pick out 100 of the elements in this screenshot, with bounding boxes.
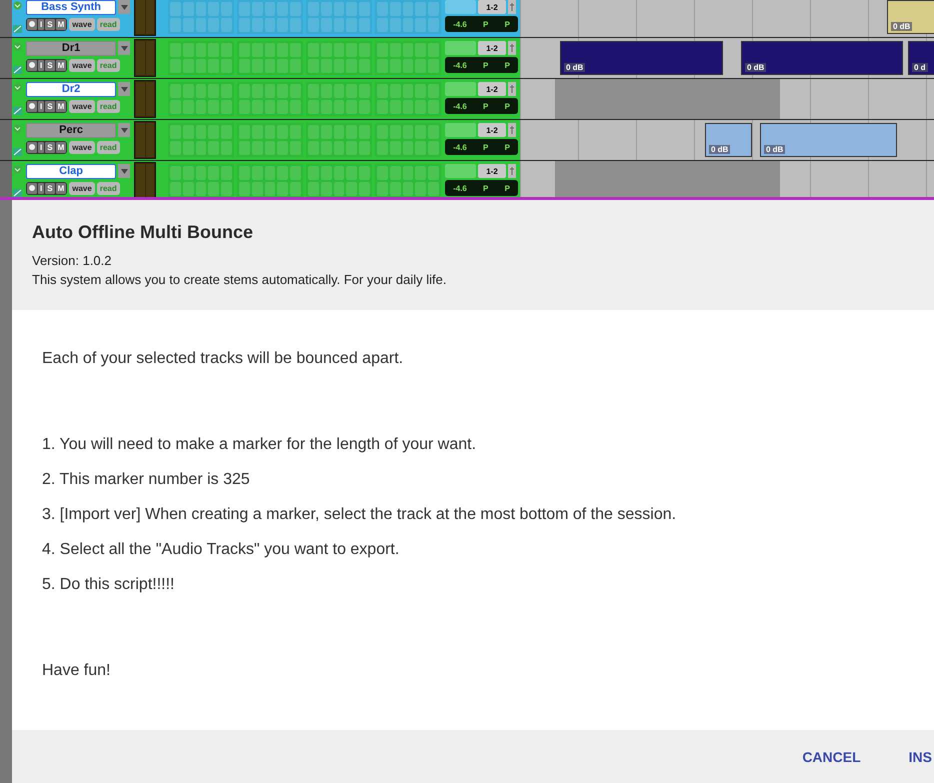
track-name-field[interactable]: Perc: [26, 123, 116, 138]
dropdown-button[interactable]: [118, 82, 130, 96]
playlist-icon[interactable]: [12, 107, 22, 115]
track-toggle-button[interactable]: M: [56, 142, 66, 153]
track-name-field[interactable]: Clap: [26, 164, 116, 179]
insert-slots-drawing: [306, 164, 372, 197]
caret-icon: [120, 168, 128, 174]
pan-value: P: [504, 20, 510, 28]
track-toggle-button[interactable]: M: [56, 60, 66, 71]
pan-value: P: [504, 184, 510, 192]
track-name-field[interactable]: Dr1: [26, 41, 116, 56]
record-button[interactable]: [27, 142, 37, 153]
playlist-icon[interactable]: [12, 189, 22, 197]
dialog-title: Auto Offline Multi Bounce: [32, 222, 254, 243]
input-slot[interactable]: [445, 41, 476, 55]
dropdown-button[interactable]: [118, 123, 130, 137]
view-button[interactable]: wave: [69, 18, 95, 31]
view-button[interactable]: wave: [69, 141, 95, 154]
input-slot[interactable]: [445, 164, 476, 178]
view-button[interactable]: wave: [69, 100, 95, 113]
record-button[interactable]: [27, 60, 37, 71]
track-toggle-button[interactable]: I: [38, 60, 44, 71]
dropdown-button[interactable]: [118, 0, 130, 14]
closing-text: Have fun!: [42, 662, 112, 680]
output-button[interactable]: 1-2: [478, 82, 506, 96]
insert-slots-drawing: [237, 0, 303, 34]
track-toggle-button[interactable]: M: [56, 19, 66, 30]
view-button[interactable]: wave: [69, 59, 95, 72]
insert-slots-drawing: [168, 41, 234, 75]
insert-slots-drawing: [375, 123, 441, 157]
expand-icon[interactable]: [12, 1, 22, 10]
caret-icon: [120, 86, 128, 92]
insert-slots-drawing: [237, 123, 303, 157]
dialog-button[interactable]: CANCEL: [802, 748, 861, 764]
insert-slots-drawing: [168, 82, 234, 116]
pan-value: P: [483, 102, 488, 110]
output-button[interactable]: 1-2: [478, 123, 506, 137]
dropdown-button[interactable]: [118, 41, 130, 55]
track-toggle-button[interactable]: S: [45, 19, 55, 30]
expand-icon[interactable]: [12, 124, 22, 133]
playlist-icon[interactable]: [12, 25, 22, 33]
level-meter: [134, 0, 156, 36]
track-toggle-button[interactable]: S: [45, 60, 55, 71]
playlist-icon[interactable]: [12, 148, 22, 156]
playlist-icon[interactable]: [12, 66, 22, 74]
input-slot[interactable]: [445, 82, 476, 96]
track-toggle-button[interactable]: I: [38, 101, 44, 112]
dropdown-button[interactable]: [118, 164, 130, 178]
track-toggle-button[interactable]: S: [45, 183, 55, 194]
instruction-step: 1. You will need to make a marker for the length of your want.: [42, 436, 904, 454]
expand-icon[interactable]: [12, 165, 22, 174]
version-text: Version: 1.0.2: [32, 253, 112, 268]
insert-slots-drawing: [168, 0, 234, 34]
track-toggle-button[interactable]: S: [45, 142, 55, 153]
input-slot[interactable]: [445, 123, 476, 137]
clip-gain-label: 0 dB: [709, 145, 730, 154]
view-button[interactable]: wave: [69, 182, 95, 195]
volume-value: -4.6: [453, 184, 467, 192]
track-name-field[interactable]: Dr2: [26, 82, 116, 97]
pin-icon: [508, 164, 516, 178]
level-meter: [134, 121, 156, 159]
instruction-step: 5. Do this script!!!!!: [42, 576, 904, 594]
track-toggle-button[interactable]: M: [56, 101, 66, 112]
dialog-button[interactable]: INS: [908, 748, 932, 764]
pin-icon: [508, 82, 516, 96]
audio-clip[interactable]: 0 dB: [705, 123, 752, 157]
volume-value: -4.6: [453, 20, 467, 28]
track-toggle-button[interactable]: I: [38, 183, 44, 194]
level-meter: [134, 162, 156, 197]
caret-icon: [120, 128, 128, 132]
clip-gain-label: 0 dB: [564, 63, 586, 72]
insert-slots-drawing: [306, 82, 372, 116]
expand-icon[interactable]: [12, 42, 22, 51]
output-button[interactable]: 1-2: [478, 41, 506, 55]
output-button[interactable]: 1-2: [478, 0, 506, 14]
volume-value: -4.6: [453, 102, 467, 110]
track-name-field[interactable]: Bass Synth: [26, 0, 116, 15]
volume-value: -4.6: [453, 142, 467, 152]
insert-slots-drawing: [237, 164, 303, 197]
track-toggle-button[interactable]: S: [45, 101, 55, 112]
record-button[interactable]: [27, 19, 37, 30]
track-toggle-button[interactable]: M: [56, 183, 66, 194]
instruction-step: 4. Select all the "Audio Tracks" you want to export.: [42, 541, 904, 559]
audio-clip[interactable]: 0 d: [908, 41, 934, 75]
audio-clip[interactable]: 0 dB: [741, 41, 903, 75]
level-meter: [134, 80, 156, 118]
record-button[interactable]: [27, 183, 37, 194]
audio-clip[interactable]: 0 dB: [560, 41, 723, 75]
track-toggle-button[interactable]: I: [38, 142, 44, 153]
pan-value: P: [483, 184, 488, 192]
record-button[interactable]: [27, 101, 37, 112]
audio-clip[interactable]: 0 dB: [887, 0, 934, 34]
output-button[interactable]: 1-2: [478, 164, 506, 178]
insert-slots-drawing: [375, 41, 441, 75]
track-toggle-button[interactable]: I: [38, 19, 44, 30]
input-slot[interactable]: [445, 0, 476, 14]
pin-icon: [508, 41, 516, 55]
expand-icon[interactable]: [12, 83, 22, 92]
pan-value: P: [504, 102, 510, 110]
audio-clip[interactable]: 0 dB: [760, 123, 897, 157]
